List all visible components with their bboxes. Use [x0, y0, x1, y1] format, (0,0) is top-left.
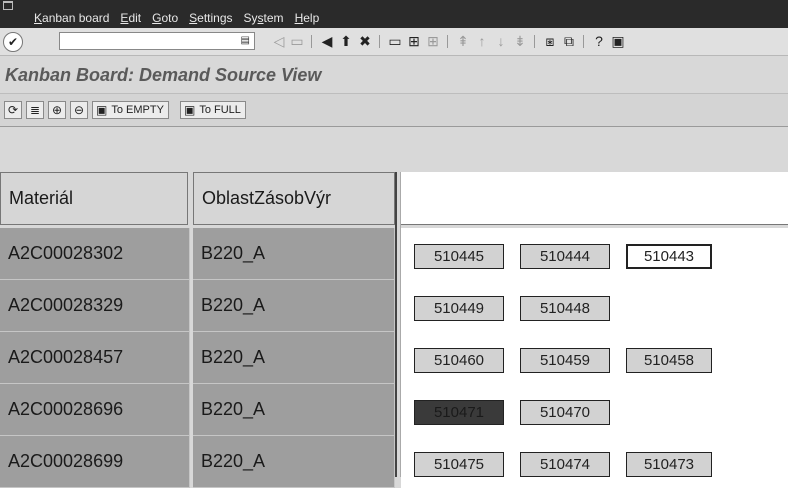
kanban-container-in-process[interactable]: 510459	[520, 348, 610, 373]
first-page-icon[interactable]: ⇞	[454, 32, 472, 50]
back-icon[interactable]: ◀	[318, 32, 336, 50]
menu-settings[interactable]: Settings	[189, 11, 232, 25]
material-cell[interactable]: A2C00028302	[0, 228, 190, 280]
kanban-container-list: 510445 510444 510443	[401, 228, 788, 280]
column-header-supply-area[interactable]: OblastZásobVýr	[193, 172, 395, 225]
kanban-container-in-process[interactable]: 510444	[520, 244, 610, 269]
to-empty-button[interactable]: ▣ To EMPTY	[92, 101, 169, 119]
shortcut-icon[interactable]: ⧉	[560, 32, 578, 50]
previous-page-icon[interactable]: ↑	[473, 32, 491, 50]
kanban-container-in-process[interactable]: 510458	[626, 348, 712, 373]
material-cell[interactable]: A2C00028699	[0, 436, 190, 488]
cancel-icon[interactable]: ✖	[356, 32, 374, 50]
find-next-icon[interactable]: ⊞	[424, 32, 442, 50]
kanban-container-in-process[interactable]: 510473	[626, 452, 712, 477]
last-page-icon[interactable]: ⇟	[511, 32, 529, 50]
table-row: A2C00028329 B220_A 510449 510448	[0, 280, 788, 332]
kanban-container-list: 510449 510448	[401, 280, 788, 332]
toolbar-separator	[379, 35, 380, 48]
supply-area-cell[interactable]: B220_A	[193, 228, 395, 280]
material-cell[interactable]: A2C00028329	[0, 280, 190, 332]
kanban-container-in-process[interactable]: 510474	[520, 452, 610, 477]
toolbar-separator	[534, 35, 535, 48]
menu-system[interactable]: System	[244, 11, 284, 25]
zoom-out-icon[interactable]: ⊖	[70, 101, 88, 119]
kanban-container-in-process[interactable]: 510449	[414, 296, 504, 321]
kanban-container-in-process[interactable]: 510448	[520, 296, 610, 321]
menu-list: Kanban board Edit Goto Settings System H…	[34, 11, 319, 25]
to-full-button[interactable]: ▣ To FULL	[180, 101, 246, 119]
column-divider	[400, 172, 401, 477]
toolbar-separator	[447, 35, 448, 48]
containers-header-area	[401, 172, 788, 225]
menu-help[interactable]: Help	[295, 11, 320, 25]
material-cell[interactable]: A2C00028696	[0, 384, 190, 436]
column-header-material[interactable]: Materiál	[0, 172, 188, 225]
kanban-container-full[interactable]: 510471	[414, 400, 504, 425]
help-icon[interactable]: ?	[590, 32, 608, 50]
zoom-in-icon[interactable]: ⊕	[48, 101, 66, 119]
command-history-icon[interactable]: ▤	[241, 35, 250, 46]
table-row: A2C00028699 B220_A 510475 510474 510473	[0, 436, 788, 488]
save-icon: ▣	[96, 103, 108, 117]
material-cell[interactable]: A2C00028457	[0, 332, 190, 384]
kanban-container-in-process[interactable]: 510475	[414, 452, 504, 477]
to-empty-label: To EMPTY	[111, 104, 164, 116]
title-bar: Kanban Board: Demand Source View	[0, 56, 788, 92]
print-icon[interactable]: ▭	[386, 32, 404, 50]
column-divider	[395, 172, 397, 477]
kanban-container-in-process[interactable]: 510445	[414, 244, 504, 269]
table-row: A2C00028696 B220_A 510471 510470	[0, 384, 788, 436]
menu-bar: Kanban board Edit Goto Settings System H…	[0, 0, 788, 28]
system-menu-icon[interactable]	[3, 1, 13, 10]
kanban-container-in-process[interactable]: 510460	[414, 348, 504, 373]
refresh-icon[interactable]: ⟳	[4, 101, 22, 119]
page-title: Kanban Board: Demand Source View	[5, 65, 322, 85]
supply-area-cell[interactable]: B220_A	[193, 280, 395, 332]
layout-menu-icon[interactable]: ▣	[609, 32, 627, 50]
supply-area-cell[interactable]: B220_A	[193, 384, 395, 436]
standard-toolbar: ✔ ▤ ◁ ▭ ◀ ⬆ ✖ ▭ ⊞ ⊞ ⇞ ↑ ↓ ⇟ ⧆ ⧉ ? ▣	[0, 28, 788, 56]
supply-area-cell[interactable]: B220_A	[193, 436, 395, 488]
save-icon: ▣	[184, 103, 196, 117]
to-full-label: To FULL	[199, 104, 241, 116]
exit-icon[interactable]: ⬆	[337, 32, 355, 50]
save-icon[interactable]: ▭	[288, 32, 306, 50]
kanban-container-list: 510471 510470	[401, 384, 788, 436]
find-icon[interactable]: ⊞	[405, 32, 423, 50]
collapse-left-icon[interactable]: ◁	[270, 32, 288, 50]
menu-goto[interactable]: Goto	[152, 11, 178, 25]
command-field[interactable]: ▤	[59, 32, 255, 50]
kanban-container-list: 510460 510459 510458	[401, 332, 788, 384]
toolbar-separator	[311, 35, 312, 48]
details-icon[interactable]: ≣	[26, 101, 44, 119]
table-row: A2C00028302 B220_A 510445 510444 510443	[0, 228, 788, 280]
kanban-container-in-process[interactable]: 510470	[520, 400, 610, 425]
kanban-container-empty[interactable]: 510443	[626, 244, 712, 269]
next-page-icon[interactable]: ↓	[492, 32, 510, 50]
menu-edit[interactable]: Edit	[120, 11, 141, 25]
enter-check-icon[interactable]: ✔	[3, 32, 23, 52]
toolbar-separator	[583, 35, 584, 48]
supply-area-cell[interactable]: B220_A	[193, 332, 395, 384]
kanban-container-list: 510475 510474 510473	[401, 436, 788, 488]
table-row: A2C00028457 B220_A 510460 510459 510458	[0, 332, 788, 384]
application-toolbar: ⟳ ≣ ⊕ ⊖ ▣ To EMPTY ▣ To FULL	[0, 93, 788, 127]
create-session-icon[interactable]: ⧆	[541, 32, 559, 50]
menu-kanban-board[interactable]: Kanban board	[34, 11, 109, 25]
